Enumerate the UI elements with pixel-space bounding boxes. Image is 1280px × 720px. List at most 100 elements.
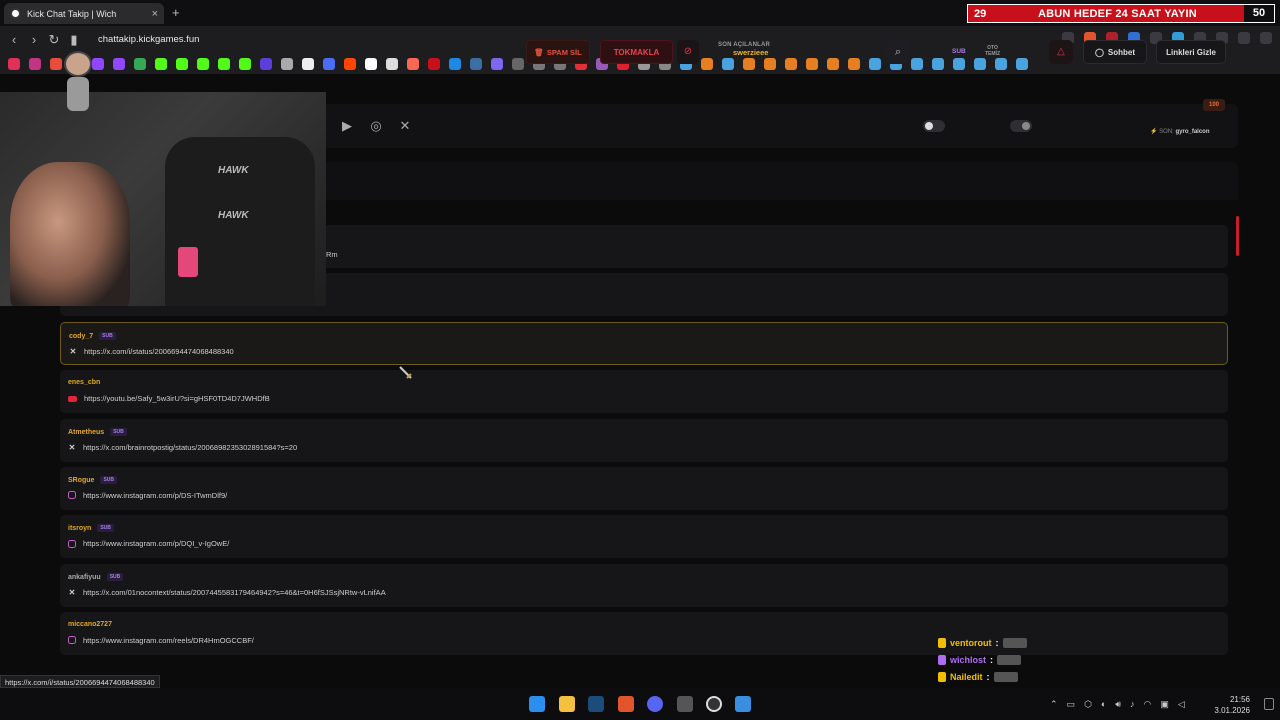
notification-icon[interactable] [1264,698,1274,710]
bookmark-icon[interactable] [449,57,461,70]
link-entry[interactable]: itsroyn SUB https://www.instagram.com/p/DQ… [60,515,1228,559]
entry-url-link[interactable]: https://www.instagram.com/p/DQI_v-IgOwE/ [83,539,229,548]
bookmark-icon[interactable] [8,57,20,70]
x-bookmark-icon[interactable] [302,57,314,70]
bookmark-icon[interactable] [239,57,251,70]
entry-username[interactable]: enes_cbn [68,379,100,386]
bookmark-icon[interactable] [134,57,146,70]
back-icon[interactable]: ‹ [4,32,24,47]
file-explorer-icon[interactable] [559,696,575,712]
bookmark-icon[interactable] [722,57,734,70]
discord-icon[interactable] [647,696,663,712]
bookmark-icon[interactable] [932,57,944,70]
bookmark-icon[interactable] [806,57,818,70]
bookmark-icon[interactable] [953,57,965,70]
app-icon[interactable] [706,696,722,712]
sound-icon[interactable]: ◁ [1178,699,1185,710]
chevron-up-icon[interactable]: ⌃ [1050,699,1058,710]
search-icon[interactable]: ⌕ [886,40,910,64]
entry-url-link[interactable]: https://www.instagram.com/p/DS-ITwmDlf9/ [83,491,227,500]
x-icon[interactable]: ✕ [396,117,414,135]
entry-username[interactable]: SRogue SUB [68,475,118,484]
clock[interactable]: 21:56 3.01.2026 [1214,694,1250,716]
entry-url-link[interactable]: https://www.instagram.com/reels/DR4HmOGC… [83,636,254,645]
mic-icon[interactable]: ♪ [1130,699,1135,709]
volume-icon[interactable]: 🔊︎ [1115,699,1121,710]
bookmark-icon[interactable] [260,57,272,70]
bookmark-icon[interactable] [1016,57,1028,70]
brave-icon[interactable] [618,696,634,712]
sidebar-icon[interactable] [1238,32,1250,44]
delete-spam-button[interactable]: 🗑 SPAM SİL [526,40,590,64]
bookmark-icon[interactable] [701,57,713,70]
kick-bookmark-icon[interactable] [218,57,230,70]
bookmark-icon[interactable] [995,57,1007,70]
app-icon[interactable] [735,696,751,712]
entry-username[interactable]: itsroyn SUB [68,524,114,533]
scrollbar[interactable] [1236,216,1239,256]
link-entry[interactable]: Atmetheus SUB ✕ https://x.com/brainrotposti… [60,418,1228,462]
bookmark-icon[interactable] [764,57,776,70]
link-entry[interactable]: cody_7 SUB ✕ https://x.com/i/status/2006694… [60,322,1228,365]
kick-bookmark-icon[interactable] [176,57,188,70]
entry-url-link[interactable]: https://x.com/brainrotpostig/status/2006… [83,443,297,452]
auto-clean-toggle[interactable] [1010,120,1032,132]
bookmark-icon[interactable] [281,57,293,70]
bookmark-icon[interactable] [743,57,755,70]
bookmark-icon[interactable] [407,57,419,70]
link-entry[interactable]: SRogue SUB https://www.instagram.com/p/DS-… [60,466,1228,510]
menu-icon[interactable] [1260,32,1272,44]
steam-tray-icon[interactable]: ◐ [1101,699,1106,709]
link-entry[interactable]: enes_cbn https://youtu.be/Safy_5w3irU?si=… [60,370,1228,414]
new-tab-button[interactable]: + [172,5,180,20]
link-entry[interactable]: miccano2727 https://www.instagram.com/ree… [60,611,1228,655]
steam-icon[interactable] [588,696,604,712]
bookmark-icon[interactable] [428,57,440,70]
forward-icon[interactable]: › [24,32,44,47]
entry-username[interactable]: cody_7 SUB [69,332,116,340]
bookmark-icon[interactable] [323,57,335,70]
bookmark-icon[interactable] [911,57,923,70]
entry-url-link[interactable]: https://youtu.be/Safy_5w3irU?si=gHSF0TD4… [84,394,270,403]
bookmark-icon[interactable] [512,57,524,70]
entry-username[interactable]: ankafiyuu SUB [68,572,124,581]
battery-icon[interactable]: ▭ [1067,699,1076,710]
hammer-button[interactable]: TOKMAKLA [600,40,673,64]
start-icon[interactable] [529,696,545,712]
instagram-icon[interactable]: ◎ [367,117,385,135]
obs-icon[interactable] [677,696,693,712]
block-icon[interactable]: ⊘ [677,40,699,64]
bookmark-icon[interactable] [365,57,377,70]
bookmark-icon[interactable] [785,57,797,70]
bookmark-icon[interactable] [113,57,125,70]
chat-button[interactable]: ◯ Sohbet [1083,40,1147,64]
network-icon[interactable]: ▣ [1160,699,1169,710]
entry-username[interactable]: miccano2727 [68,621,112,628]
entry-url-link[interactable]: https://x.com/i/status/20066944740684883… [84,347,234,356]
link-entry[interactable]: ankafiyuu SUB ✕ https://x.com/01nocontext/s… [60,563,1228,607]
bookmark-icon[interactable] [29,57,41,70]
browser-tab[interactable]: Kick Chat Takip | Wich × [4,3,164,24]
bookmark-icon[interactable] [869,57,881,70]
entry-url-link[interactable]: https://x.com/01nocontext/status/2007445… [83,588,386,597]
hide-links-button[interactable]: Linkleri Gizle [1156,40,1226,64]
sub-only-toggle[interactable] [923,120,945,132]
kick-bookmark-icon[interactable] [197,57,209,70]
chair-brand-1: HAWK [218,165,249,176]
bookmark-icon[interactable] [848,57,860,70]
shield-icon[interactable]: ⬡ [1084,699,1092,710]
kick-bookmark-icon[interactable] [155,57,167,70]
bookmark-icon[interactable] [470,57,482,70]
bookmark-icon[interactable] [974,57,986,70]
bookmark-icon[interactable] [491,57,503,70]
warning-icon[interactable]: △ [1049,40,1073,64]
youtube-icon[interactable]: ▶ [338,117,356,135]
ticker-text: ABUN HEDEF 24 SAAT YAYIN [1038,7,1197,20]
url-field[interactable]: chattakip.kickgames.fun [98,34,199,45]
wifi-icon[interactable]: ◠ [1144,699,1152,710]
close-tab-icon[interactable]: × [152,8,158,20]
bookmark-icon[interactable] [344,57,356,70]
bookmark-icon[interactable] [827,57,839,70]
entry-username[interactable]: Atmetheus SUB [68,427,127,436]
bookmark-icon[interactable] [386,57,398,70]
